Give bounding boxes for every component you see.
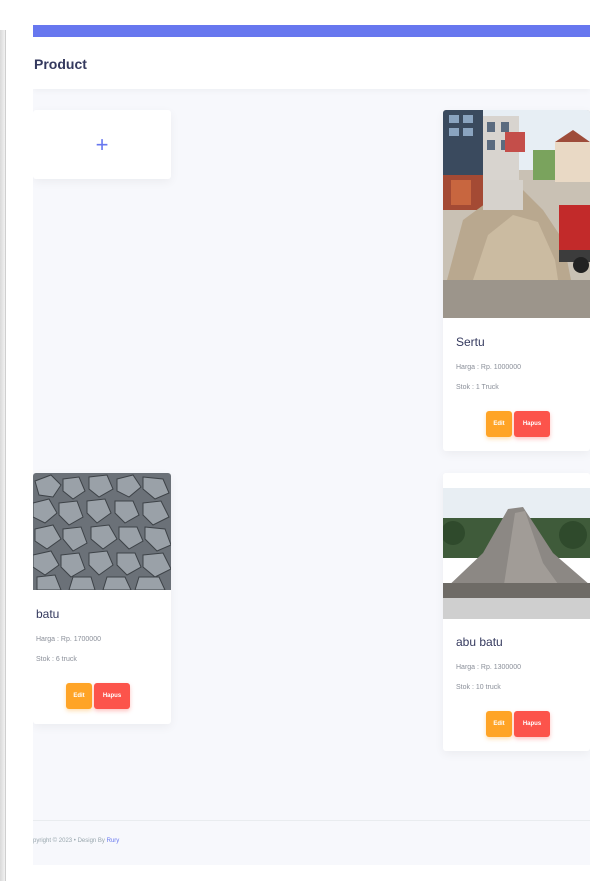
- section-header: Product: [33, 37, 590, 89]
- product-image-gravel: [33, 473, 171, 590]
- edit-button[interactable]: Edit: [66, 683, 92, 709]
- product-image-stone-dust: [443, 473, 590, 619]
- delete-button[interactable]: Hapus: [514, 711, 550, 737]
- product-card-abu-batu: abu batu Harga : Rp. 1300000 Stok : 10 t…: [443, 473, 590, 751]
- product-card-sertu: Sertu Harga : Rp. 1000000 Stok : 1 Truck…: [443, 110, 590, 451]
- footer-separator: •: [73, 838, 76, 844]
- copyright-text: pyright © 2023: [33, 838, 73, 844]
- footer: pyright © 2023 • Design By Rury: [33, 820, 590, 865]
- product-image-sand-pile: [443, 110, 590, 318]
- delete-button[interactable]: Hapus: [94, 683, 130, 709]
- accent-bar: [33, 25, 590, 37]
- product-stock: Stok : 10 truck: [456, 684, 501, 691]
- edit-button[interactable]: Edit: [486, 411, 512, 437]
- product-stock: Stok : 1 Truck: [456, 384, 499, 391]
- plus-icon[interactable]: +: [96, 133, 109, 156]
- page-title: Product: [34, 56, 87, 72]
- product-name: abu batu: [456, 635, 503, 649]
- product-price: Harga : Rp. 1300000: [456, 664, 521, 671]
- delete-button[interactable]: Hapus: [514, 411, 550, 437]
- add-product-card[interactable]: +: [33, 110, 171, 179]
- product-card-batu: batu Harga : Rp. 1700000 Stok : 6 truck …: [33, 473, 171, 724]
- author-link[interactable]: Rury: [107, 838, 120, 844]
- product-name: batu: [36, 607, 60, 621]
- design-by-text: Design By: [77, 838, 105, 844]
- product-price: Harga : Rp. 1000000: [456, 364, 521, 371]
- product-price: Harga : Rp. 1700000: [36, 636, 101, 643]
- top-margin: [6, 0, 590, 25]
- edit-button[interactable]: Edit: [486, 711, 512, 737]
- app-window: Product + Sertu Harga: Rp. 1000000 Stok…: [33, 25, 590, 865]
- window-frame-edge: [0, 30, 6, 881]
- footer-copyright: pyright © 2023 • Design By Rury: [33, 838, 119, 844]
- product-name: Sertu: [456, 335, 485, 349]
- product-stock: Stok : 6 truck: [36, 656, 77, 663]
